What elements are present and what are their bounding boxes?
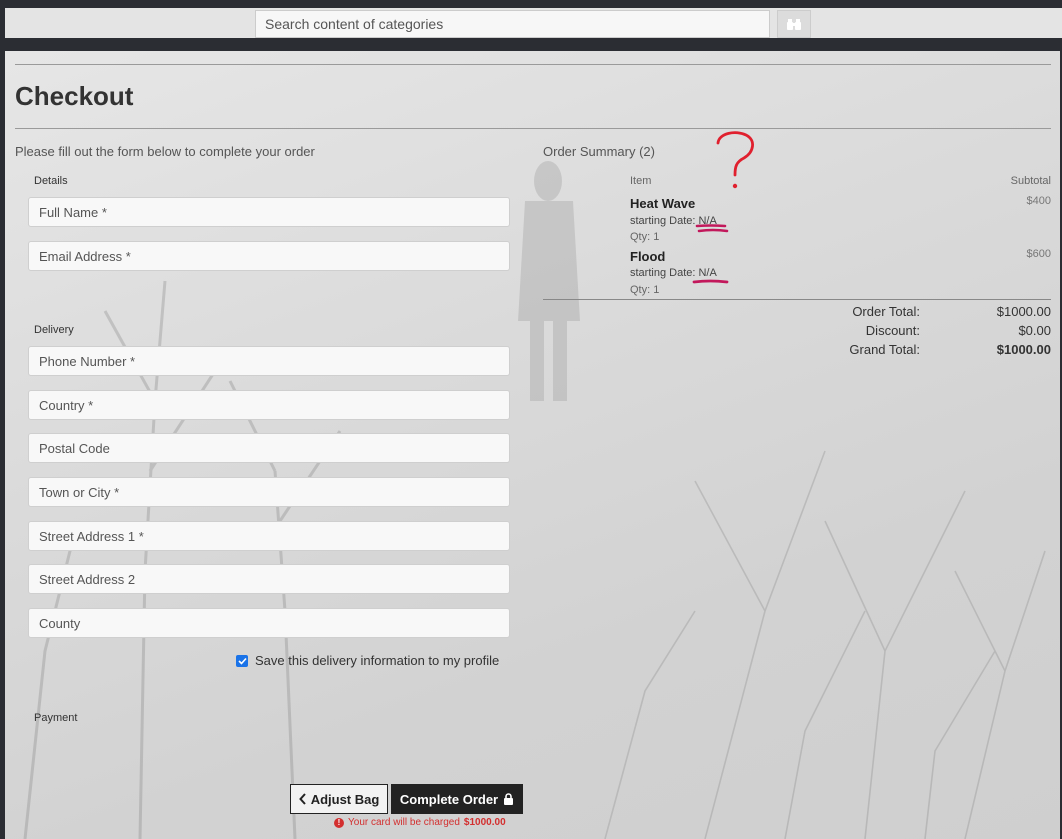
navbar-divider-strip [5, 38, 1062, 51]
order-total-label: Order Total: [852, 304, 920, 319]
discount-label: Discount: [865, 323, 920, 338]
checkout-intro-text: Please fill out the form below to comple… [15, 144, 315, 159]
binoculars-icon [787, 18, 801, 30]
question-mark-annotation [716, 131, 754, 189]
lock-icon [504, 793, 514, 805]
full-name-field[interactable] [28, 197, 510, 227]
item-column-header: Item [630, 175, 652, 187]
search-button[interactable] [777, 10, 811, 38]
street-address-2-field[interactable] [28, 564, 510, 594]
checkmark-icon [237, 657, 247, 665]
summary-divider [543, 299, 1051, 300]
country-field[interactable] [28, 390, 510, 420]
subtotal-column-header: Subtotal [1010, 175, 1051, 187]
order-item-subtotal: $400 [1026, 195, 1051, 207]
title-bottom-divider [15, 128, 1051, 129]
charge-warning: ! Your card will be charged $1000.00 [334, 817, 506, 828]
top-navbar [5, 8, 1062, 51]
order-total-value: $1000.00 [996, 304, 1051, 319]
order-item-name: Flood [630, 249, 666, 264]
discount-value: $0.00 [1018, 323, 1051, 338]
save-delivery-info-row[interactable]: Save this delivery information to my pro… [236, 653, 499, 668]
grand-total-label: Grand Total: [849, 342, 920, 357]
charge-text: Your card will be charged [348, 817, 460, 828]
details-section-label: Details [34, 175, 68, 187]
charge-amount: $1000.00 [463, 817, 506, 828]
page-title: Checkout [15, 81, 134, 111]
street-address-1-field[interactable] [28, 521, 510, 551]
underline-annotation [692, 279, 729, 284]
title-top-divider [15, 64, 1051, 65]
town-city-field[interactable] [28, 477, 510, 507]
exclamation-circle-icon: ! [334, 817, 344, 828]
delivery-section-label: Delivery [34, 324, 74, 336]
complete-order-label: Complete Order [399, 791, 499, 807]
postal-code-field[interactable] [28, 433, 510, 463]
save-info-label: Save this delivery information to my pro… [255, 653, 500, 668]
email-field[interactable] [28, 241, 510, 271]
order-item-name: Heat Wave [630, 196, 696, 211]
order-item-qty: Qty: 1 [630, 284, 660, 296]
date-label: starting Date: [630, 215, 696, 227]
complete-order-button[interactable]: Complete Order [391, 784, 523, 814]
adjust-bag-label: Adjust Bag [310, 791, 380, 807]
phone-number-field[interactable] [28, 346, 510, 376]
save-info-checkbox[interactable] [236, 654, 248, 667]
date-label: starting Date: [630, 267, 696, 279]
adjust-bag-button[interactable]: Adjust Bag [290, 784, 388, 814]
chevron-left-icon [298, 793, 306, 805]
order-item-qty: Qty: 1 [630, 231, 660, 243]
county-field[interactable] [28, 608, 510, 638]
order-item-subtotal: $600 [1026, 248, 1051, 260]
underline-annotation [695, 224, 729, 233]
search-input[interactable] [255, 10, 770, 38]
order-summary-title: Order Summary (2) [543, 144, 655, 159]
grand-total-value: $1000.00 [996, 342, 1051, 357]
payment-section-label: Payment [34, 712, 78, 724]
checkout-page: Checkout Please fill out the form below … [5, 51, 1060, 839]
